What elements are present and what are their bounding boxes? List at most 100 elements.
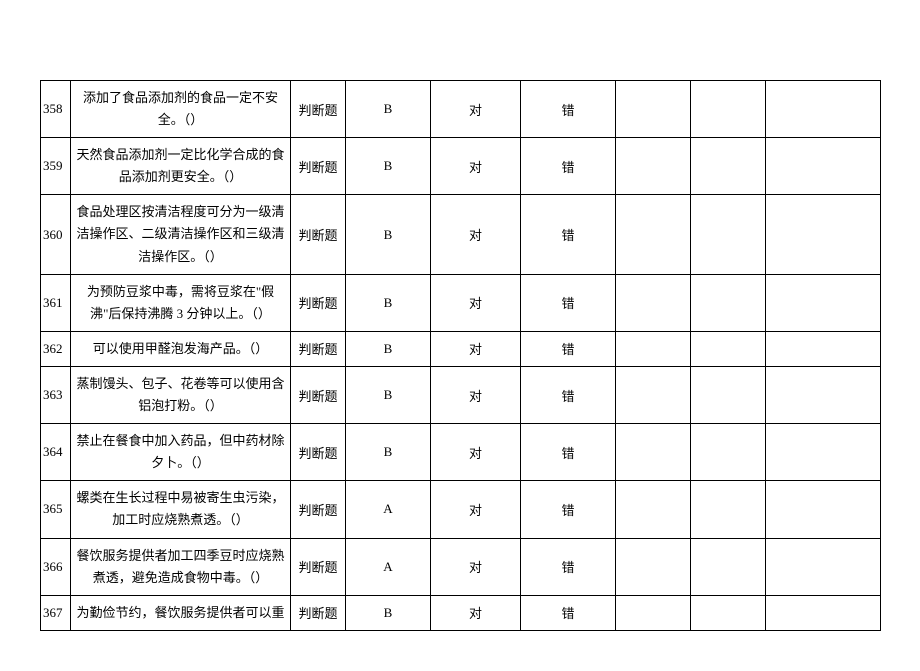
cell-empty	[766, 331, 881, 366]
cell-opt1: 对	[431, 274, 521, 331]
cell-type: 判断题	[291, 366, 346, 423]
cell-empty	[691, 81, 766, 138]
cell-answer: B	[346, 331, 431, 366]
cell-opt1: 对	[431, 138, 521, 195]
cell-question: 食品处理区按清洁程度可分为一级清洁操作区、二级清洁操作区和三级清洁操作区。（）	[71, 195, 291, 274]
cell-type: 判断题	[291, 81, 346, 138]
cell-opt1: 对	[431, 538, 521, 595]
cell-num: 360	[41, 195, 71, 274]
cell-empty	[616, 424, 691, 481]
cell-empty	[766, 274, 881, 331]
cell-empty	[766, 595, 881, 630]
cell-answer: B	[346, 366, 431, 423]
cell-opt2: 错	[521, 81, 616, 138]
cell-num: 365	[41, 481, 71, 538]
cell-opt2: 错	[521, 595, 616, 630]
cell-opt1: 对	[431, 595, 521, 630]
cell-empty	[691, 195, 766, 274]
cell-question: 可以使用甲醛泡发海产品。（）	[71, 331, 291, 366]
cell-answer: B	[346, 274, 431, 331]
cell-opt1: 对	[431, 366, 521, 423]
cell-num: 366	[41, 538, 71, 595]
table-row: 358 添加了食品添加剂的食品一定不安全。（） 判断题 B 对 错	[41, 81, 881, 138]
table-row: 367 为勤俭节约，餐饮服务提供者可以重 判断题 B 对 错	[41, 595, 881, 630]
cell-num: 364	[41, 424, 71, 481]
cell-empty	[766, 366, 881, 423]
cell-num: 359	[41, 138, 71, 195]
cell-opt1: 对	[431, 331, 521, 366]
cell-opt2: 错	[521, 538, 616, 595]
cell-type: 判断题	[291, 331, 346, 366]
cell-question: 为预防豆浆中毒，需将豆浆在"假沸"后保持沸腾 3 分钟以上。（）	[71, 274, 291, 331]
cell-empty	[691, 595, 766, 630]
cell-empty	[691, 366, 766, 423]
cell-empty	[691, 424, 766, 481]
cell-empty	[616, 274, 691, 331]
table-row: 363 蒸制馒头、包子、花卷等可以使用含铝泡打粉。（） 判断题 B 对 错	[41, 366, 881, 423]
cell-num: 358	[41, 81, 71, 138]
cell-answer: B	[346, 138, 431, 195]
question-table: 358 添加了食品添加剂的食品一定不安全。（） 判断题 B 对 错 359 天然…	[40, 80, 881, 631]
cell-answer: B	[346, 195, 431, 274]
cell-question: 为勤俭节约，餐饮服务提供者可以重	[71, 595, 291, 630]
cell-empty	[616, 138, 691, 195]
cell-empty	[766, 481, 881, 538]
cell-empty	[616, 331, 691, 366]
table-row: 364 禁止在餐食中加入药品，但中药材除夕卜。（） 判断题 B 对 错	[41, 424, 881, 481]
cell-question: 添加了食品添加剂的食品一定不安全。（）	[71, 81, 291, 138]
cell-answer: A	[346, 538, 431, 595]
table-row: 366 餐饮服务提供者加工四季豆时应烧熟煮透，避免造成食物中毒。（） 判断题 A…	[41, 538, 881, 595]
cell-type: 判断题	[291, 195, 346, 274]
cell-opt2: 错	[521, 274, 616, 331]
cell-question: 蒸制馒头、包子、花卷等可以使用含铝泡打粉。（）	[71, 366, 291, 423]
cell-empty	[616, 366, 691, 423]
cell-opt2: 错	[521, 331, 616, 366]
cell-empty	[766, 195, 881, 274]
cell-answer: B	[346, 81, 431, 138]
cell-empty	[616, 538, 691, 595]
table-row: 365 螺类在生长过程中易被寄生虫污染，加工时应烧熟煮透。（） 判断题 A 对 …	[41, 481, 881, 538]
cell-empty	[766, 424, 881, 481]
cell-type: 判断题	[291, 274, 346, 331]
cell-empty	[616, 595, 691, 630]
cell-num: 362	[41, 331, 71, 366]
cell-empty	[691, 481, 766, 538]
cell-question: 螺类在生长过程中易被寄生虫污染，加工时应烧熟煮透。（）	[71, 481, 291, 538]
cell-question: 天然食品添加剂一定比化学合成的食品添加剂更安全。（）	[71, 138, 291, 195]
cell-opt2: 错	[521, 138, 616, 195]
cell-empty	[691, 331, 766, 366]
cell-type: 判断题	[291, 595, 346, 630]
cell-answer: B	[346, 595, 431, 630]
cell-empty	[766, 81, 881, 138]
cell-empty	[616, 195, 691, 274]
cell-opt1: 对	[431, 481, 521, 538]
cell-type: 判断题	[291, 481, 346, 538]
cell-empty	[766, 538, 881, 595]
table-row: 362 可以使用甲醛泡发海产品。（） 判断题 B 对 错	[41, 331, 881, 366]
cell-empty	[616, 81, 691, 138]
cell-opt2: 错	[521, 195, 616, 274]
cell-opt1: 对	[431, 195, 521, 274]
cell-opt1: 对	[431, 424, 521, 481]
cell-num: 361	[41, 274, 71, 331]
cell-num: 367	[41, 595, 71, 630]
cell-answer: A	[346, 481, 431, 538]
cell-type: 判断题	[291, 538, 346, 595]
cell-opt2: 错	[521, 481, 616, 538]
cell-question: 餐饮服务提供者加工四季豆时应烧熟煮透，避免造成食物中毒。（）	[71, 538, 291, 595]
cell-empty	[691, 274, 766, 331]
cell-empty	[766, 138, 881, 195]
cell-empty	[616, 481, 691, 538]
cell-answer: B	[346, 424, 431, 481]
cell-type: 判断题	[291, 138, 346, 195]
cell-opt2: 错	[521, 424, 616, 481]
cell-empty	[691, 538, 766, 595]
cell-opt2: 错	[521, 366, 616, 423]
cell-empty	[691, 138, 766, 195]
table-row: 359 天然食品添加剂一定比化学合成的食品添加剂更安全。（） 判断题 B 对 错	[41, 138, 881, 195]
cell-opt1: 对	[431, 81, 521, 138]
table-row: 361 为预防豆浆中毒，需将豆浆在"假沸"后保持沸腾 3 分钟以上。（） 判断题…	[41, 274, 881, 331]
cell-num: 363	[41, 366, 71, 423]
table-row: 360 食品处理区按清洁程度可分为一级清洁操作区、二级清洁操作区和三级清洁操作区…	[41, 195, 881, 274]
cell-question: 禁止在餐食中加入药品，但中药材除夕卜。（）	[71, 424, 291, 481]
